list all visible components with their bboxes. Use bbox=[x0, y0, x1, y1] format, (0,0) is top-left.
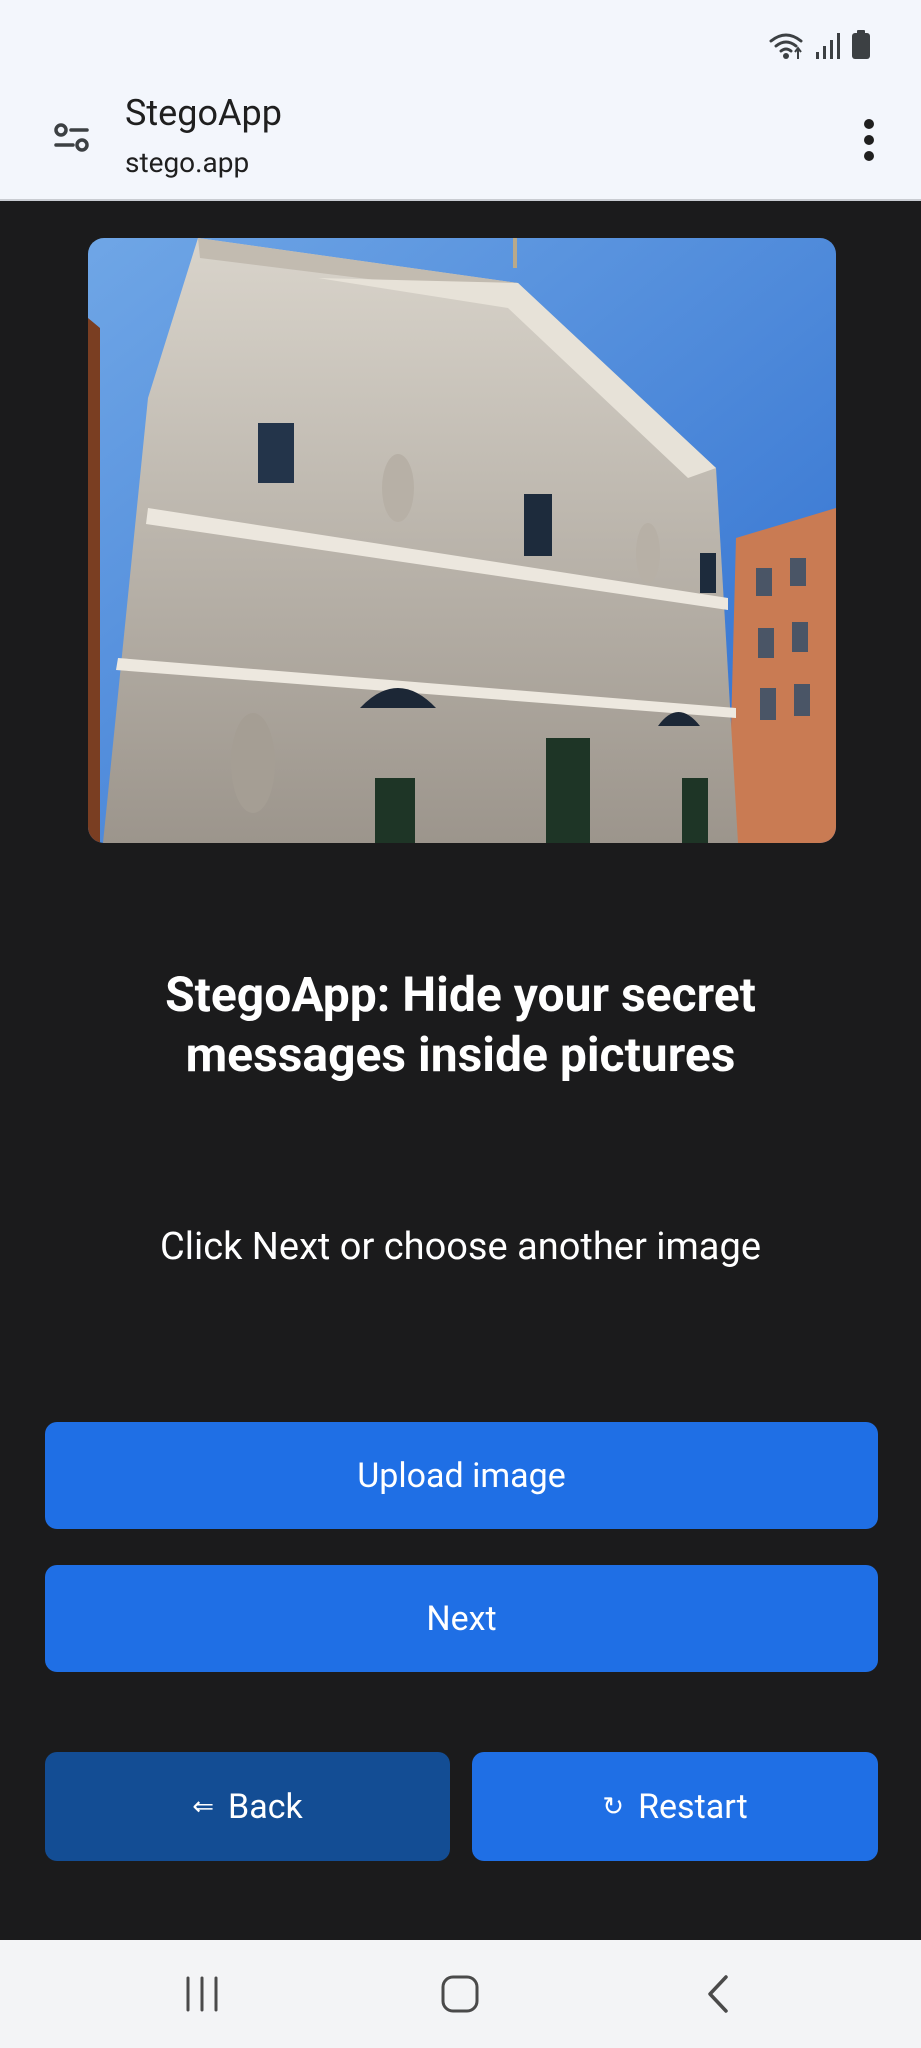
status-icons bbox=[769, 30, 871, 64]
page-headline: StegoApp: Hide your secret messages insi… bbox=[165, 966, 756, 1083]
upload-image-label: Upload image bbox=[357, 1455, 566, 1496]
back-button[interactable]: ⇐ Back bbox=[45, 1752, 450, 1861]
back-arrow-icon: ⇐ bbox=[192, 1791, 215, 1822]
selected-image bbox=[88, 238, 836, 843]
next-label: Next bbox=[426, 1598, 497, 1639]
home-icon[interactable] bbox=[415, 1962, 505, 2026]
signal-icon bbox=[815, 32, 841, 64]
status-bar bbox=[0, 0, 921, 88]
tune-icon[interactable] bbox=[48, 114, 96, 162]
restart-label: Restart bbox=[638, 1786, 748, 1827]
recents-icon[interactable] bbox=[157, 1962, 247, 2026]
back-icon[interactable] bbox=[673, 1962, 763, 2026]
back-label: Back bbox=[228, 1786, 303, 1827]
wifi-icon bbox=[769, 32, 805, 64]
url-text[interactable]: stego.app bbox=[125, 146, 249, 179]
app-header: StegoApp stego.app bbox=[0, 88, 921, 200]
restart-button[interactable]: ↻ Restart bbox=[472, 1752, 878, 1861]
battery-icon bbox=[851, 30, 871, 64]
instruction-text: Click Next or choose another image bbox=[160, 1225, 761, 1269]
restart-icon: ↻ bbox=[602, 1791, 625, 1822]
upload-image-button[interactable]: Upload image bbox=[45, 1422, 878, 1529]
page-title: StegoApp bbox=[125, 92, 282, 134]
next-button[interactable]: Next bbox=[45, 1565, 878, 1672]
more-vert-icon[interactable] bbox=[845, 110, 893, 170]
system-nav-bar bbox=[0, 1940, 921, 2048]
